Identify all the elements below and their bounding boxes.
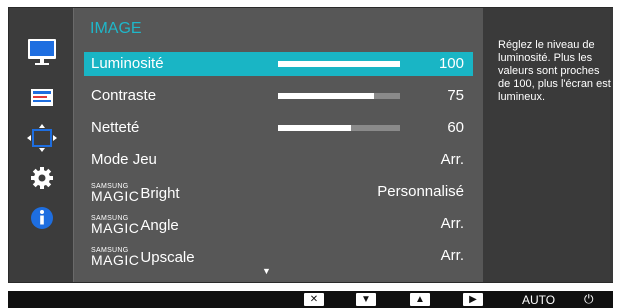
menu-item-label: SAMSUNG MAGIC Angle	[91, 215, 179, 236]
menu-item-game-mode[interactable]: Mode Jeu Arr.	[84, 148, 473, 172]
menu-item-value: 100	[438, 55, 464, 72]
menu-item-brightness[interactable]: Luminosité 100	[84, 52, 473, 76]
resize-icon	[26, 124, 57, 152]
sharpness-slider[interactable]	[278, 125, 400, 131]
slider-fill	[278, 61, 400, 67]
brand-magic: MAGIC	[91, 252, 140, 268]
sidebar-item-size-position[interactable]	[10, 118, 73, 158]
help-panel: Réglez le niveau de luminosité. Plus les…	[483, 8, 613, 282]
menu-item-value: Personnalisé	[377, 183, 464, 200]
brightness-slider[interactable]	[278, 61, 400, 67]
picture-icon	[27, 39, 56, 65]
sidebar-item-onscreen-display[interactable]	[10, 78, 73, 118]
menu-item-magic-bright[interactable]: SAMSUNG MAGIC Bright Personnalisé	[84, 180, 473, 204]
sidebar-item-information[interactable]	[10, 198, 73, 238]
samsung-magic-logo: SAMSUNG MAGIC	[91, 183, 140, 204]
contrast-slider[interactable]	[278, 93, 400, 99]
power-key-icon[interactable]: ⏻	[584, 292, 594, 306]
brand-magic: MAGIC	[91, 220, 140, 236]
close-key-icon[interactable]: ✕	[304, 293, 324, 306]
slider-fill	[278, 125, 352, 131]
osd-icon-sidebar	[10, 8, 73, 282]
menu-item-label: Netteté	[91, 119, 140, 136]
menu-item-text: Bright	[140, 185, 180, 202]
sidebar-item-picture[interactable]	[10, 33, 73, 73]
up-key-icon[interactable]: ▲	[410, 293, 430, 306]
down-key-icon[interactable]: ▼	[356, 293, 376, 306]
menu-item-label: SAMSUNG MAGIC Upscale	[91, 247, 195, 268]
help-text: Réglez le niveau de luminosité. Plus les…	[498, 39, 611, 103]
sidebar-item-settings[interactable]	[10, 158, 73, 198]
menu-item-contrast[interactable]: Contraste 75	[84, 84, 473, 108]
menu-title: IMAGE	[90, 20, 142, 37]
menu-item-magic-angle[interactable]: SAMSUNG MAGIC Angle Arr.	[84, 212, 473, 236]
settings-gear-icon	[30, 167, 53, 189]
auto-key[interactable]: AUTO	[522, 293, 555, 307]
image-menu-panel: IMAGE Luminosité 100 Contraste 75 Nettet…	[73, 8, 485, 282]
menu-item-label: Mode Jeu	[91, 151, 157, 168]
menu-item-value: 60	[447, 119, 464, 136]
menu-item-value: Arr.	[440, 215, 464, 232]
samsung-magic-logo: SAMSUNG MAGIC	[91, 247, 140, 268]
samsung-magic-logo: SAMSUNG MAGIC	[91, 215, 140, 236]
menu-item-value: Arr.	[440, 247, 464, 264]
key-guide-bar: ✕ ▼ ▲ ▶ AUTO ⏻	[8, 291, 613, 308]
info-icon	[30, 207, 53, 229]
scroll-down-indicator[interactable]: ▼	[262, 266, 271, 276]
menu-item-text: Angle	[140, 217, 179, 234]
menu-item-value: Arr.	[440, 151, 464, 168]
menu-item-text: Upscale	[140, 249, 195, 266]
menu-item-label: Contraste	[91, 87, 157, 104]
menu-item-label: SAMSUNG MAGIC Bright	[91, 183, 180, 204]
menu-item-sharpness[interactable]: Netteté 60	[84, 116, 473, 140]
menu-item-label: Luminosité	[91, 55, 164, 72]
slider-fill	[278, 93, 375, 99]
menu-item-value: 75	[447, 87, 464, 104]
brand-magic: MAGIC	[91, 188, 140, 204]
enter-key-icon[interactable]: ▶	[463, 293, 483, 306]
onscreen-display-icon	[30, 89, 53, 106]
menu-item-magic-upscale[interactable]: SAMSUNG MAGIC Upscale Arr.	[84, 244, 473, 268]
